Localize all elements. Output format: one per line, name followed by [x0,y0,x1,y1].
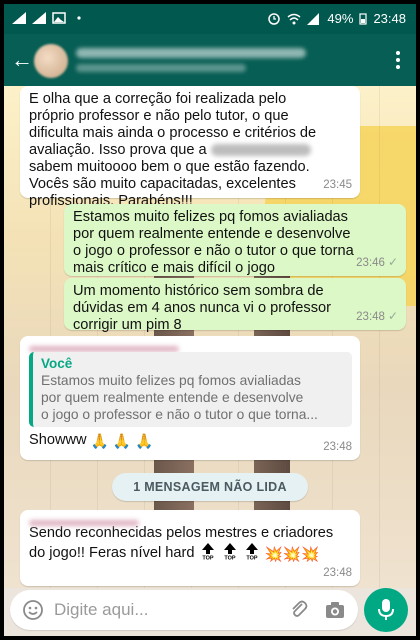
message-text-line: dificulta mais ainda o processo e critér… [29,125,317,141]
paperclip-icon[interactable] [288,599,310,621]
quote-author: Você [41,356,73,371]
status-right-icons: 49% 23:48 [267,11,406,26]
collision-icon: 💥💥💥 [264,547,320,563]
message-text-line: por quem realmente entende e desenvolve [73,226,351,242]
message-text-line: do jogo!! Feras nível hard TOP TOP TOP 💥… [29,542,352,564]
more-vert-icon[interactable] [386,48,410,72]
message-text-line: Um momento histórico sem sombra de [73,283,324,299]
top-arrow-icon: TOP [223,543,236,561]
message-time: 23:48 [323,567,352,579]
incoming-message[interactable]: Sendo reconhecidas pelos mestres e criad… [20,510,360,586]
outgoing-message[interactable]: Um momento histórico sem sombra de dúvid… [64,278,406,333]
message-text-line: avaliação. Isso prova que a [29,142,352,159]
message-text-line: Vocês são muito capacitadas, excelentes [29,176,296,192]
message-input[interactable] [54,598,274,622]
quote-text-line: o jogo o professor e não o tutor o que t… [41,407,318,422]
emoji-icon[interactable] [22,599,44,621]
message-text-line: sabem muitoooo bem o que estão fazendo. [29,159,310,175]
image-icon [52,12,66,24]
praying-hands-icon: 🙏 🙏 🙏 [90,434,154,450]
read-check-icon: ✓ [387,309,398,323]
message-time: 23:48 ✓ [356,309,398,323]
svg-text:TOP: TOP [246,556,258,561]
wifi-icon [287,13,301,24]
svg-text:TOP: TOP [202,556,214,561]
battery-percent: 49% [327,11,354,26]
sender-redacted [29,515,352,527]
chat-header: ← [4,34,416,86]
message-text-line: E olha que a correção foi realizada pelo [29,91,287,107]
message-time: 23:46 ✓ [356,255,398,269]
incoming-message-with-reply[interactable]: Você Estamos muito felizes pq fomos avia… [20,336,360,460]
signal-icon [12,12,26,24]
quote-text-line: por quem realmente entende e desenvolve [41,390,304,405]
quoted-message[interactable]: Você Estamos muito felizes pq fomos avia… [29,352,352,427]
camera-icon[interactable] [324,599,346,621]
svg-text:TOP: TOP [224,556,236,561]
top-arrow-icon: TOP [201,543,214,561]
message-text-line: mais crítico e mais difícil o jogo [73,260,275,276]
top-arrow-icon: TOP [245,543,258,561]
incoming-message[interactable]: E olha que a correção foi realizada pelo… [20,86,360,209]
contact-name-redacted[interactable] [76,48,306,58]
outgoing-message[interactable]: Estamos muito felizes pq fomos avialiada… [64,204,406,276]
back-arrow-icon[interactable]: ← [10,48,34,72]
status-bar: 49% 23:48 [4,4,416,34]
phone-screen: 49% 23:48 ← E olha que a correção foi re… [4,4,416,636]
chat-area[interactable]: E olha que a correção foi realizada pelo… [4,86,416,588]
message-text: Showww 🙏 🙏 🙏 [29,432,154,450]
message-field[interactable] [10,590,358,630]
message-text-line: Sendo reconhecidas pelos mestres e criad… [29,525,334,541]
contact-status-redacted [76,64,246,72]
redacted-text [210,144,311,157]
microphone-button[interactable] [364,588,408,632]
unread-banner: 1 MENSAGEM NÃO LIDA [112,473,308,501]
status-left-icons [12,12,86,24]
alarm-icon [268,12,281,25]
quote-text-line: Estamos muito felizes pq fomos avialiada… [41,373,301,388]
sender-redacted [29,341,352,353]
message-text-line: corrigir um pim 8 [73,317,182,333]
avatar[interactable] [34,44,68,78]
read-check-icon: ✓ [387,255,398,269]
message-text-line: Estamos muito felizes pq fomos avialiada… [73,209,348,225]
clock: 23:48 [373,11,406,26]
dot-icon [77,16,81,20]
message-text-line: próprio professor e não pelo tutor, o qu… [29,108,289,124]
message-time: 23:45 [323,179,352,191]
battery-icon [359,12,368,25]
signal-icon [32,12,46,24]
cell-signal-icon [307,12,320,25]
message-text-line: dúvidas em 4 anos nunca vi o professor [73,300,331,316]
microphone-icon [378,599,394,620]
message-text-line: o jogo o professor e não o tutor o que t… [73,243,354,259]
compose-bar [4,588,416,636]
message-time: 23:48 [323,441,352,453]
